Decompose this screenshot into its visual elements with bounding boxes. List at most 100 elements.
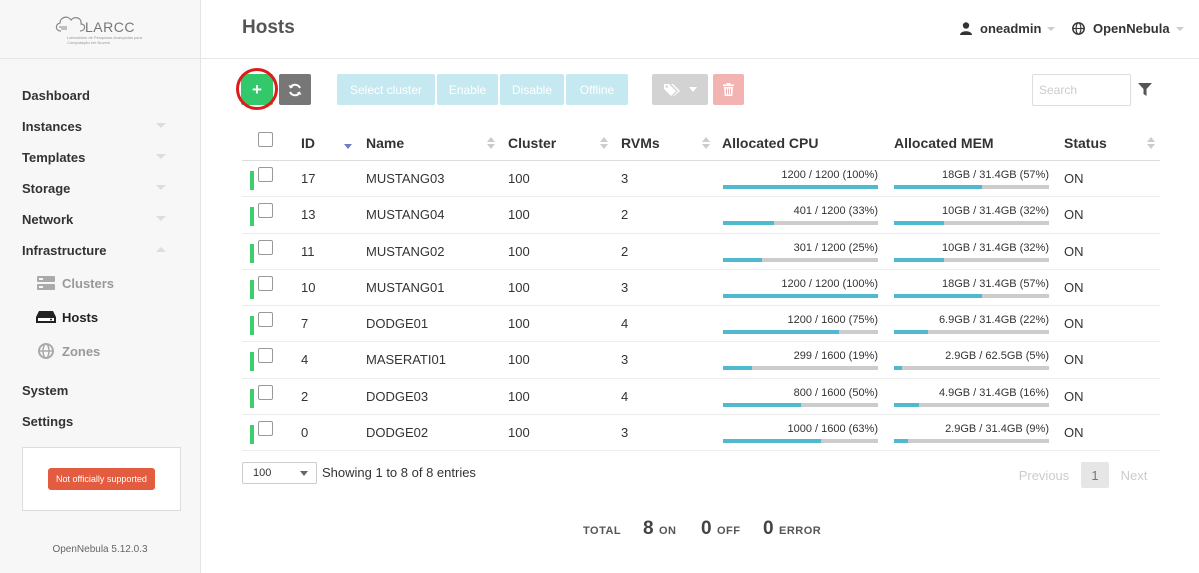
cpu-progress-bar — [723, 257, 878, 262]
table-row[interactable]: 7 DODGE01 100 4 1200 / 1600 (75%) 6.9GB / 31.… — [242, 306, 1160, 343]
mem-progress-bar — [894, 293, 1049, 298]
table-row[interactable]: 17 MUSTANG03 100 3 1200 / 1200 (100%) 18GB / … — [242, 161, 1160, 198]
sidebar-item-instances[interactable]: Instances — [0, 111, 200, 142]
sidebar-item-settings[interactable]: Settings — [0, 406, 200, 437]
cell-mem-text: 4.9GB / 31.4GB (16%) — [938, 386, 1049, 399]
sidebar-item-zones[interactable]: Zones — [0, 334, 200, 368]
sidebar-item-label: Storage — [22, 181, 71, 196]
chevron-down-icon — [300, 471, 308, 476]
sidebar-item-label: Dashboard — [22, 88, 90, 103]
row-checkbox[interactable] — [258, 384, 273, 400]
sidebar-item-system[interactable]: System — [0, 375, 200, 406]
column-header-status[interactable]: Status — [1064, 135, 1107, 151]
support-box: Not officially supported — [22, 447, 181, 511]
user-name: oneadmin — [980, 21, 1042, 36]
cell-mem-text: 6.9GB / 31.4GB (22%) — [938, 314, 1049, 327]
cell-cpu-text: 1000 / 1600 (63%) — [787, 423, 878, 436]
zone-menu[interactable]: OpenNebula — [1072, 21, 1184, 36]
enable-button[interactable]: Enable — [437, 74, 498, 105]
table-row[interactable]: 2 DODGE03 100 4 800 / 1600 (50%) 4.9GB / 31.4… — [242, 379, 1160, 416]
sort-icon[interactable] — [600, 137, 608, 149]
chevron-down-icon — [156, 216, 166, 221]
sidebar-item-label: System — [22, 383, 69, 398]
cpu-progress-fill — [723, 366, 753, 371]
row-checkbox[interactable] — [258, 167, 273, 182]
table-body: 17 MUSTANG03 100 3 1200 / 1200 (100%) 18GB / … — [242, 161, 1160, 452]
cell-rvms: 2 — [621, 207, 629, 223]
cell-cpu-text: 1200 / 1200 (100%) — [781, 277, 878, 290]
sidebar-item-clusters[interactable]: Clusters — [0, 266, 200, 300]
column-header-mem[interactable]: Allocated MEM — [894, 135, 994, 151]
cell-rvms: 3 — [621, 171, 629, 186]
cpu-progress-bar — [723, 221, 878, 226]
cell-status: ON — [1064, 316, 1084, 332]
larcc-logo[interactable]: LARCC Laboratório de Pesquisas Avançadas… — [53, 13, 147, 45]
chevron-down-icon — [1175, 26, 1184, 31]
support-badge[interactable]: Not officially supported — [48, 468, 155, 490]
column-header-cluster[interactable]: Cluster — [508, 135, 556, 151]
table-row[interactable]: 0 DODGE02 100 3 1000 / 1600 (63%) 2.9GB / 31.… — [242, 415, 1160, 452]
logo-area: LARCC Laboratório de Pesquisas Avançadas… — [0, 0, 200, 59]
sidebar-item-infrastructure[interactable]: Infrastructure — [0, 235, 200, 266]
state-indicator — [250, 388, 254, 408]
sort-desc-icon[interactable] — [344, 144, 352, 149]
page-title: Hosts — [242, 17, 295, 38]
next-page-button[interactable]: Next — [1114, 462, 1154, 488]
cell-rvms: 2 — [621, 243, 629, 259]
search-input[interactable] — [1032, 74, 1131, 106]
sidebar-item-templates[interactable]: Templates — [0, 142, 200, 173]
sort-icon[interactable] — [702, 137, 710, 149]
row-checkbox[interactable] — [258, 421, 273, 437]
table-row[interactable]: 11 MUSTANG02 100 2 301 / 1200 (25%) 10GB / 31… — [242, 234, 1160, 270]
offline-button[interactable]: Offline — [566, 74, 628, 105]
previous-page-button[interactable]: Previous — [1014, 462, 1074, 488]
mem-progress-fill — [894, 402, 919, 407]
sidebar-item-dashboard[interactable]: Dashboard — [0, 80, 200, 111]
select-cluster-button[interactable]: Select cluster — [337, 74, 435, 105]
filter-icon[interactable] — [1138, 83, 1152, 96]
refresh-button[interactable] — [279, 74, 311, 105]
globe-icon — [36, 343, 56, 359]
cpu-progress-fill — [723, 257, 762, 262]
table-row[interactable]: 13 MUSTANG04 100 2 401 / 1200 (33%) 10GB / 31… — [242, 197, 1160, 234]
create-button[interactable]: + — [241, 74, 273, 105]
sidebar-item-storage[interactable]: Storage — [0, 173, 200, 204]
sidebar-item-network[interactable]: Network — [0, 204, 200, 235]
mem-progress-bar — [894, 257, 1049, 262]
row-checkbox[interactable] — [258, 275, 273, 291]
sort-icon[interactable] — [487, 137, 495, 149]
version-label: OpenNebula 5.12.0.3 — [52, 544, 148, 555]
select-all-checkbox[interactable] — [258, 132, 273, 147]
user-menu[interactable]: oneadmin — [960, 21, 1056, 36]
on-label: ON — [659, 525, 677, 537]
cell-rvms: 3 — [621, 279, 629, 295]
row-checkbox[interactable] — [258, 348, 273, 364]
sort-icon[interactable] — [1147, 137, 1155, 149]
table-row[interactable]: 4 MASERATI01 100 3 299 / 1600 (19%) 2.9GB / 6… — [242, 342, 1160, 379]
cell-name: DODGE01 — [366, 316, 429, 332]
hosts-table: ID Name Cluster RVMs Allocated CPU Alloc… — [242, 124, 1160, 452]
state-indicator — [250, 207, 254, 227]
column-header-name[interactable]: Name — [366, 135, 404, 151]
column-header-id[interactable]: ID — [301, 135, 315, 151]
mem-progress-bar — [894, 366, 1049, 371]
disable-button[interactable]: Disable — [500, 74, 564, 105]
cell-id: 11 — [301, 243, 315, 259]
row-checkbox[interactable] — [258, 312, 273, 328]
mem-progress-fill — [894, 293, 983, 298]
row-checkbox[interactable] — [258, 239, 273, 255]
labels-button[interactable] — [652, 74, 708, 105]
column-header-cpu[interactable]: Allocated CPU — [722, 135, 818, 151]
row-checkbox[interactable] — [258, 203, 273, 219]
cpu-progress-bar — [723, 293, 878, 298]
entries-info: Showing 1 to 8 of 8 entries — [322, 465, 476, 480]
delete-button[interactable] — [713, 74, 744, 105]
sidebar-item-hosts[interactable]: Hosts — [0, 300, 200, 334]
chevron-down-icon — [156, 154, 166, 159]
page-length-select[interactable]: 100 — [242, 462, 317, 484]
column-header-rvms[interactable]: RVMs — [621, 135, 660, 151]
cell-mem-text: 2.9GB / 31.4GB (9%) — [945, 423, 1049, 436]
current-page-button[interactable]: 1 — [1081, 462, 1109, 488]
table-row[interactable]: 10 MUSTANG01 100 3 1200 / 1200 (100%) 18GB / … — [242, 270, 1160, 307]
state-indicator — [250, 279, 254, 299]
